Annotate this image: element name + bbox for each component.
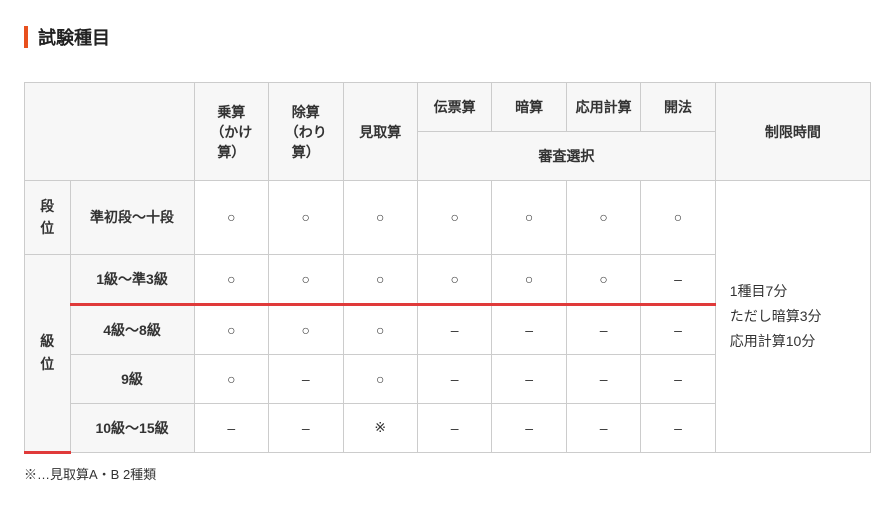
cell: – (566, 304, 640, 354)
header-mult: 乗算（かけ算） (194, 83, 268, 181)
header-div: 除算（わり算） (269, 83, 343, 181)
header-shinsa: 審査選択 (417, 132, 715, 181)
header-ouyou: 応用計算 (566, 83, 640, 132)
side-label-kyu: 級位 (25, 254, 71, 452)
cell: – (417, 304, 491, 354)
cell: – (641, 354, 715, 403)
cell: ○ (417, 181, 491, 255)
cell: ○ (492, 254, 566, 304)
row-range: 4級～8級 (70, 304, 194, 354)
cell: – (417, 354, 491, 403)
cell: – (194, 403, 268, 452)
footnote: ※…見取算A・B 2種類 (24, 464, 871, 483)
exam-table: 乗算（かけ算） 除算（わり算） 見取算 伝票算 暗算 応用計算 開法 制限時間 … (24, 82, 871, 454)
side-label-dan: 段位 (25, 181, 71, 255)
header-anzan: 暗算 (492, 83, 566, 132)
cell: – (269, 354, 343, 403)
cell: ○ (417, 254, 491, 304)
cell: – (492, 403, 566, 452)
cell: – (269, 403, 343, 452)
header-mitori: 見取算 (343, 83, 417, 181)
cell: ○ (343, 354, 417, 403)
header-time: 制限時間 (715, 83, 870, 181)
header-denpyo: 伝票算 (417, 83, 491, 132)
cell: ○ (566, 254, 640, 304)
cell: – (492, 304, 566, 354)
title-accent-bar (24, 26, 28, 48)
cell: – (641, 403, 715, 452)
section-title: 試験種目 (24, 24, 871, 50)
row-range: 10級～15級 (70, 403, 194, 452)
cell: – (641, 254, 715, 304)
cell: ○ (492, 181, 566, 255)
cell: – (492, 354, 566, 403)
cell: ○ (194, 254, 268, 304)
cell: ○ (269, 181, 343, 255)
row-range: 1級～準3級 (70, 254, 194, 304)
cell: – (641, 304, 715, 354)
cell: ○ (641, 181, 715, 255)
table-row: 段位 準初段～十段 ○ ○ ○ ○ ○ ○ ○ 1種目7分ただし暗算3分応用計算… (25, 181, 871, 255)
cell: – (566, 403, 640, 452)
row-range: 9級 (70, 354, 194, 403)
header-blank (25, 83, 195, 181)
cell: ○ (566, 181, 640, 255)
cell: ○ (194, 304, 268, 354)
cell: ○ (343, 181, 417, 255)
time-cell: 1種目7分ただし暗算3分応用計算10分 (715, 181, 870, 453)
cell: – (566, 354, 640, 403)
cell: ○ (194, 181, 268, 255)
title-text: 試験種目 (38, 24, 110, 50)
cell: ※ (343, 403, 417, 452)
row-range: 準初段～十段 (70, 181, 194, 255)
header-kaihou: 開法 (641, 83, 715, 132)
cell: ○ (269, 304, 343, 354)
cell: – (417, 403, 491, 452)
cell: ○ (269, 254, 343, 304)
cell: ○ (194, 354, 268, 403)
cell: ○ (343, 254, 417, 304)
cell: ○ (343, 304, 417, 354)
